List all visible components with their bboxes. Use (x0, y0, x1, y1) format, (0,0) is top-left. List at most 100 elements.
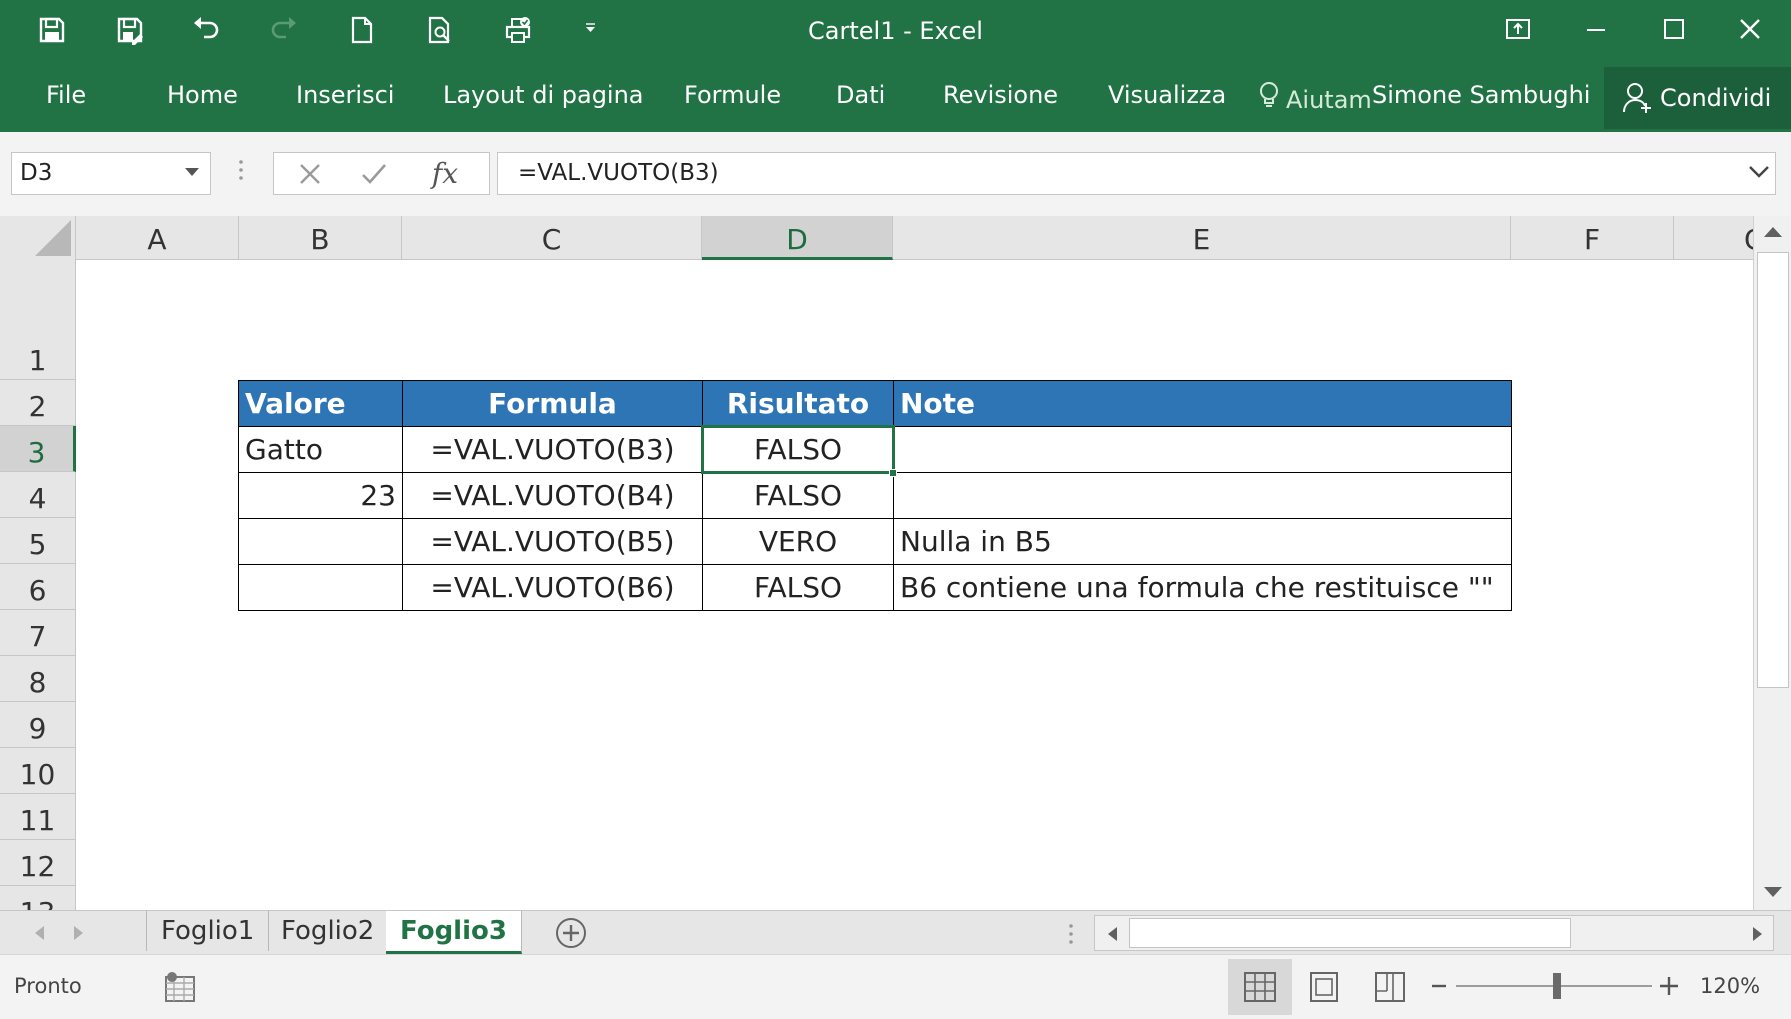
close-icon[interactable] (1712, 0, 1788, 58)
row-header-10[interactable]: 10 (0, 748, 75, 794)
scroll-down-icon[interactable] (1762, 884, 1784, 900)
cell-d4[interactable]: FALSO (702, 472, 894, 519)
vertical-scrollbar[interactable] (1753, 216, 1791, 910)
grip-icon[interactable] (238, 158, 244, 188)
tell-me-label: Aiutam (1286, 85, 1372, 114)
cell-b6[interactable] (238, 564, 403, 611)
tab-formule[interactable]: Formule (684, 67, 781, 132)
tab-dati[interactable]: Dati (836, 67, 885, 132)
status-bar: Pronto 120% (0, 954, 1791, 1019)
cell-e5[interactable]: Nulla in B5 (893, 518, 1512, 565)
column-header-e[interactable]: E (893, 216, 1511, 260)
cancel-entry-icon[interactable] (288, 153, 332, 194)
share-label: Condividi (1660, 84, 1772, 112)
row-header-7[interactable]: 7 (0, 610, 75, 656)
macro-recording-icon[interactable] (164, 971, 198, 1003)
chevron-down-icon[interactable] (184, 166, 200, 178)
cell-b3[interactable]: Gatto (238, 426, 403, 473)
minimize-icon[interactable] (1558, 0, 1634, 58)
cell-c3[interactable]: =VAL.VUOTO(B3) (402, 426, 703, 473)
header-cell-note[interactable]: Note (893, 380, 1512, 427)
fill-handle[interactable] (889, 469, 897, 477)
select-all-button[interactable] (0, 216, 76, 260)
column-header-a[interactable]: A (76, 216, 239, 260)
cell-d3[interactable]: FALSO (702, 426, 894, 473)
row-header-9[interactable]: 9 (0, 702, 75, 748)
cell-d5[interactable]: VERO (702, 518, 894, 565)
header-cell-formula[interactable]: Formula (402, 380, 703, 427)
scroll-right-icon[interactable] (1751, 926, 1765, 942)
tell-me-search[interactable]: Aiutam (1258, 67, 1372, 132)
normal-view-icon[interactable] (1228, 959, 1292, 1015)
header-cell-valore[interactable]: Valore (238, 380, 403, 427)
ribbon: File Home Inserisci Layout di pagina For… (0, 67, 1791, 132)
cell-b4[interactable]: 23 (238, 472, 403, 519)
cell-e3[interactable] (893, 426, 1512, 473)
expand-formula-bar-icon[interactable] (1748, 164, 1770, 180)
share-button[interactable]: Condividi (1604, 67, 1791, 129)
cell-c4[interactable]: =VAL.VUOTO(B4) (402, 472, 703, 519)
add-sheet-icon[interactable] (554, 916, 588, 950)
tab-layout-di-pagina[interactable]: Layout di pagina (443, 67, 644, 132)
sheet-tab-bar: Foglio1 Foglio2 Foglio3 (0, 910, 1791, 954)
worksheet-grid[interactable]: A B C D E F G 1 2 3 4 5 6 7 8 9 10 11 12… (0, 216, 1753, 910)
maximize-icon[interactable] (1636, 0, 1712, 58)
scroll-left-icon[interactable] (1105, 926, 1119, 942)
tab-inserisci[interactable]: Inserisci (296, 67, 394, 132)
row-header-6[interactable]: 6 (0, 564, 75, 610)
horizontal-scroll-thumb[interactable] (1129, 918, 1571, 948)
row-header-13[interactable]: 13 (0, 886, 75, 910)
row-header-3[interactable]: 3 (0, 426, 76, 472)
scroll-up-icon[interactable] (1762, 224, 1784, 240)
row-header-8[interactable]: 8 (0, 656, 75, 702)
zoom-level[interactable]: 120% (1700, 955, 1760, 1017)
sheet-tab-foglio2[interactable]: Foglio2 (267, 911, 390, 951)
title-bar: Cartel1 - Excel (0, 0, 1791, 67)
ribbon-display-icon[interactable] (1480, 0, 1556, 58)
formula-buttons: fx (273, 152, 490, 195)
name-box[interactable]: D3 (11, 152, 211, 195)
page-layout-view-icon[interactable] (1292, 959, 1356, 1015)
insert-function-icon[interactable]: fx (420, 153, 470, 194)
sheet-tab-foglio1[interactable]: Foglio1 (146, 911, 270, 951)
tab-split-grip-icon[interactable] (1068, 923, 1074, 945)
row-header-1[interactable]: 1 (0, 260, 75, 380)
page-break-preview-icon[interactable] (1358, 959, 1422, 1015)
row-header-12[interactable]: 12 (0, 840, 75, 886)
column-header-g[interactable]: G (1674, 216, 1753, 260)
confirm-entry-icon[interactable] (352, 153, 396, 194)
header-cell-risultato[interactable]: Risultato (702, 380, 894, 427)
column-header-f[interactable]: F (1511, 216, 1674, 260)
column-headers: A B C D E F G (0, 216, 1753, 260)
previous-sheet-icon[interactable] (32, 925, 46, 941)
user-account[interactable]: Simone Sambughi (1372, 67, 1590, 132)
tab-visualizza[interactable]: Visualizza (1108, 67, 1226, 132)
tab-home[interactable]: Home (167, 67, 238, 132)
zoom-out-icon[interactable] (1430, 975, 1448, 997)
horizontal-scrollbar[interactable] (1094, 915, 1774, 951)
cell-b5[interactable] (238, 518, 403, 565)
row-header-4[interactable]: 4 (0, 472, 75, 518)
formula-input[interactable]: =VAL.VUOTO(B3) (497, 152, 1776, 195)
next-sheet-icon[interactable] (72, 925, 86, 941)
column-header-c[interactable]: C (402, 216, 702, 260)
row-header-2[interactable]: 2 (0, 380, 75, 426)
vertical-scroll-thumb[interactable] (1757, 252, 1789, 688)
cell-e4[interactable] (893, 472, 1512, 519)
row-headers: 1 2 3 4 5 6 7 8 9 10 11 12 13 (0, 260, 76, 910)
tab-revisione[interactable]: Revisione (943, 67, 1058, 132)
row-header-5[interactable]: 5 (0, 518, 75, 564)
cell-e6[interactable]: B6 contiene una formula che restituisce … (893, 564, 1512, 611)
cell-d6[interactable]: FALSO (702, 564, 894, 611)
lightbulb-icon (1260, 81, 1278, 107)
sheet-tab-foglio3[interactable]: Foglio3 (386, 911, 522, 954)
column-header-b[interactable]: B (239, 216, 402, 260)
cell-c5[interactable]: =VAL.VUOTO(B5) (402, 518, 703, 565)
column-header-d[interactable]: D (702, 216, 893, 260)
row-header-11[interactable]: 11 (0, 794, 75, 840)
zoom-slider-thumb[interactable] (1553, 973, 1561, 999)
tab-file[interactable]: File (46, 67, 86, 132)
zoom-in-icon[interactable] (1658, 973, 1680, 999)
formula-bar: D3 fx =VAL.VUOTO(B3) (0, 132, 1791, 216)
cell-c6[interactable]: =VAL.VUOTO(B6) (402, 564, 703, 611)
